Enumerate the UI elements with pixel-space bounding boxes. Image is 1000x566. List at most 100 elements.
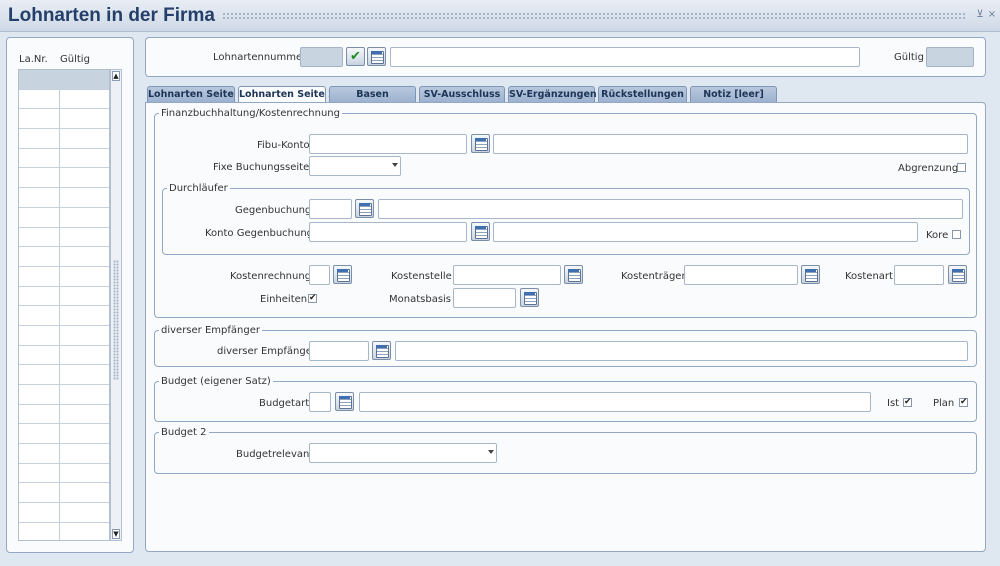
gegenbuchung-description-input[interactable] xyxy=(378,199,963,219)
plan-label: Plan xyxy=(933,398,955,409)
kostenart-label: Kostenart xyxy=(845,271,893,282)
table-row[interactable] xyxy=(19,523,109,540)
lohnartennummer-input[interactable] xyxy=(300,47,343,67)
konto-gegenbuchung-input[interactable] xyxy=(309,222,467,242)
tab-sv-ergaenzungen[interactable]: SV-Ergänzungen xyxy=(508,86,597,102)
fixe-buchungsseite-select[interactable] xyxy=(309,156,401,176)
konto-gegenbuchung-label: Konto Gegenbuchung xyxy=(205,228,314,239)
konto-gegenbuchung-lov-icon[interactable] xyxy=(471,222,490,241)
kostentraeger-lov-icon[interactable] xyxy=(801,265,820,284)
diverser-empfaenger-description-input[interactable] xyxy=(395,341,968,361)
ist-checkbox[interactable]: ✔ xyxy=(903,398,912,407)
table-row[interactable] xyxy=(19,346,109,366)
tab-basen[interactable]: Basen xyxy=(329,86,416,102)
window-title: Lohnarten in der Firma xyxy=(8,5,215,26)
table-row[interactable] xyxy=(19,424,109,445)
diverser-empfaenger-lov-icon[interactable] xyxy=(372,341,391,360)
table-row[interactable] xyxy=(19,90,109,110)
table-row[interactable] xyxy=(19,483,109,504)
monatsbasis-lov-icon[interactable] xyxy=(520,288,539,307)
title-bar-texture xyxy=(222,12,967,20)
table-row[interactable] xyxy=(19,464,109,484)
kostenart-lov-icon[interactable] xyxy=(948,265,967,284)
tab-notiz[interactable]: Notiz [leer] xyxy=(690,86,777,102)
kore-checkbox[interactable] xyxy=(952,230,961,239)
chevron-down-icon xyxy=(488,450,494,454)
scroll-down-icon[interactable]: ▼ xyxy=(112,529,120,539)
fixe-buchungsseite-label: Fixe Buchungsseite xyxy=(213,162,310,173)
table-row[interactable] xyxy=(19,188,109,208)
table-row[interactable] xyxy=(19,267,109,287)
list-scrollbar[interactable]: ▲ ▼ xyxy=(110,69,122,541)
table-row[interactable] xyxy=(19,306,109,326)
lohnartennummer-label: Lohnartennummer xyxy=(213,52,307,63)
scroll-up-icon[interactable]: ▲ xyxy=(112,71,120,81)
kostenstelle-lov-icon[interactable] xyxy=(564,265,583,284)
kostenstelle-input[interactable] xyxy=(453,265,561,285)
table-row[interactable] xyxy=(19,247,109,267)
lohnart-description-input[interactable] xyxy=(390,47,860,67)
fibu-konto-input[interactable] xyxy=(309,134,467,154)
kostenrechnung-input[interactable] xyxy=(309,265,330,285)
gueltig-label: Gültig xyxy=(894,52,924,63)
monatsbasis-label: Monatsbasis xyxy=(389,294,452,305)
fibu-konto-lov-icon[interactable] xyxy=(471,134,490,153)
table-row[interactable] xyxy=(19,365,109,385)
budget-legend: Budget (eigener Satz) xyxy=(161,376,271,387)
fibu-konto-description-input[interactable] xyxy=(493,134,968,154)
tab-content-panel: Finanzbuchhaltung/Kostenrechnung Fibu-Ko… xyxy=(145,102,986,552)
table-row[interactable] xyxy=(19,385,109,405)
kostenrechnung-label: Kostenrechnung xyxy=(230,271,312,282)
table-row[interactable] xyxy=(19,168,109,189)
grid-rows xyxy=(19,70,109,540)
budgetart-description-input[interactable] xyxy=(359,392,871,412)
gueltig-input[interactable] xyxy=(926,47,974,67)
lohnartennummer-lov-icon[interactable] xyxy=(367,47,386,66)
kostenstelle-label: Kostenstelle xyxy=(391,271,452,282)
gegenbuchung-lov-icon[interactable] xyxy=(355,199,374,218)
table-row[interactable] xyxy=(19,228,109,248)
table-row[interactable] xyxy=(19,326,109,346)
diverser-empfaenger-input[interactable] xyxy=(309,341,369,361)
table-row[interactable] xyxy=(19,405,109,425)
table-row[interactable] xyxy=(19,149,109,169)
kore-label: Kore xyxy=(926,230,949,241)
table-row[interactable] xyxy=(19,70,109,90)
window-title-bar: Lohnarten in der Firma ⊻ × xyxy=(0,0,1000,32)
kostentraeger-input[interactable] xyxy=(684,265,798,285)
minimize-icon[interactable]: ⊻ xyxy=(975,9,985,21)
tab-lohnarten-seite-2[interactable]: Lohnarten Seite 2 xyxy=(238,86,335,103)
close-icon[interactable]: × xyxy=(987,9,997,21)
diverser-empfaenger-label: diverser Empfänger xyxy=(217,346,316,357)
budgetart-input[interactable] xyxy=(309,392,331,412)
checkmark-icon[interactable]: ✔ xyxy=(346,47,365,66)
tab-sv-ausschluss[interactable]: SV-Ausschluss xyxy=(419,86,505,102)
table-row[interactable] xyxy=(19,287,109,307)
gegenbuchung-input[interactable] xyxy=(309,199,352,219)
scroll-thumb[interactable] xyxy=(113,260,119,380)
tab-lohnarten-seite-1[interactable]: Lohnarten Seite 1 xyxy=(147,86,244,102)
kostenart-input[interactable] xyxy=(894,265,944,285)
diverser-empfaenger-legend: diverser Empfänger xyxy=(161,325,260,336)
lohnart-grid[interactable] xyxy=(18,69,110,541)
table-row[interactable] xyxy=(19,208,109,228)
table-row[interactable] xyxy=(19,503,109,523)
table-row[interactable] xyxy=(19,444,109,464)
einheiten-checkbox[interactable]: ✔ xyxy=(308,294,317,303)
plan-checkbox[interactable]: ✔ xyxy=(959,398,968,407)
durchlaeufer-group: Durchläufer xyxy=(162,183,970,255)
tab-rueckstellungen[interactable]: Rückstellungen xyxy=(598,86,687,102)
durchlaeufer-legend: Durchläufer xyxy=(169,183,228,194)
budgetrelevant-select[interactable] xyxy=(309,443,497,463)
table-row[interactable] xyxy=(19,109,109,130)
column-header-la-nr[interactable]: La.Nr. xyxy=(19,54,48,65)
kostenrechnung-lov-icon[interactable] xyxy=(333,265,352,284)
budgetart-lov-icon[interactable] xyxy=(335,392,354,411)
table-row[interactable] xyxy=(19,129,109,149)
gegenbuchung-label: Gegenbuchung xyxy=(235,205,312,216)
abgrenzung-checkbox[interactable] xyxy=(957,163,966,172)
column-header-gueltig[interactable]: Gültig xyxy=(60,54,90,65)
konto-gegenbuchung-description-input[interactable] xyxy=(493,222,918,242)
chevron-down-icon xyxy=(392,163,398,167)
monatsbasis-input[interactable] xyxy=(453,288,516,308)
